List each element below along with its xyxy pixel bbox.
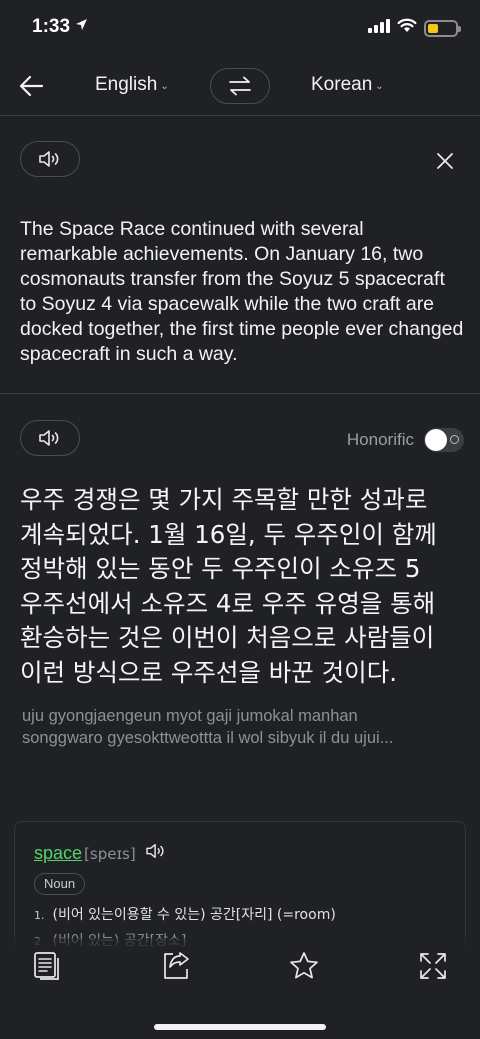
bottom-toolbar [0,938,480,1039]
translation-panel: Honorific 우주 경쟁은 몇 가지 주목할 만한 성과로 계속되었다. … [0,395,480,805]
definition-number: 1. [34,909,45,922]
translated-line: 이런 방식으로 우주선을 바꾼 것이다. [20,657,398,687]
language-nav-bar: English ⌄ Korean ⌄ [0,56,480,116]
chevron-down-icon: ⌄ [160,80,169,92]
battery-level [428,23,438,33]
part-of-speech-badge: Noun [34,873,86,895]
translated-line: 계속되었다. 1월 16일, 두 우주인이 함께 [20,519,437,549]
location-arrow-icon [75,18,88,36]
close-icon [437,153,453,169]
fullscreen-icon [420,953,446,979]
definition-text: (비어 있는이용할 수 있는) 공간[자리] (=room) [52,907,336,923]
favorite-button[interactable] [288,950,320,982]
romanization-text: uju gyongjaengeun myot gaji jumokal manh… [22,706,462,749]
translated-line: 환승하는 것은 이번이 처음으로 사람들이 [20,623,435,652]
source-text-panel: The Space Race continued with several re… [0,116,480,394]
definition-item: 1. (비어 있는이용할 수 있는) 공간[자리] (=room) [34,904,336,924]
source-language-selector[interactable]: English ⌄ [95,74,169,96]
home-indicator[interactable] [154,1024,326,1030]
translated-line: 정박해 있는 동안 두 우주인이 소유즈 5 [20,554,421,583]
clear-text-button[interactable] [434,150,456,172]
speaker-icon [39,430,59,446]
notes-button[interactable] [31,950,63,982]
back-button[interactable] [16,72,48,100]
status-time: 1:33 [32,16,71,37]
swap-icon [229,76,251,96]
translated-text[interactable]: 우주 경쟁은 몇 가지 주목할 만한 성과로 계속되었다. 1월 16일, 두 … [20,483,465,690]
target-language-selector[interactable]: Korean ⌄ [311,74,384,96]
translation-speak-button[interactable] [20,420,80,456]
share-icon [164,952,189,979]
star-icon [290,952,318,979]
wifi-icon [397,18,417,38]
honorific-toggle[interactable] [424,428,464,452]
speaker-icon [39,151,59,167]
translated-line: 우주선에서 소유즈 4로 우주 유영을 통해 [20,588,436,618]
source-text[interactable]: The Space Race continued with several re… [20,217,465,367]
dictionary-header: space [speɪs] [34,842,168,865]
signal-icon [368,18,390,38]
pronunciation: [speɪs] [84,844,136,863]
status-bar: 1:33 [0,0,480,56]
romanized-line: uju gyongjaengeun myot gaji jumokal manh… [22,707,358,725]
honorific-label: Honorific [346,430,414,449]
source-language-label: English [95,74,158,95]
translated-line: 우주 경쟁은 몇 가지 주목할 만한 성과로 [20,485,428,514]
swap-languages-button[interactable] [210,68,270,104]
share-button[interactable] [160,950,192,982]
romanized-line: songgwaro gyesokttweottta il wol sibyuk … [22,728,394,747]
toggle-off-indicator [450,435,459,444]
toggle-knob [425,429,447,451]
dictionary-speak-button[interactable] [144,842,168,865]
honorific-control: Honorific [347,428,464,452]
battery-icon [424,19,461,37]
back-arrow-icon [19,75,44,97]
notes-icon [34,952,59,980]
source-speak-button[interactable] [20,141,80,177]
target-language-label: Korean [311,74,373,95]
speaker-icon [145,843,164,859]
chevron-down-icon: ⌄ [375,80,384,92]
fullscreen-button[interactable] [417,950,449,982]
status-indicators [368,18,461,38]
dictionary-word[interactable]: space [34,843,82,864]
